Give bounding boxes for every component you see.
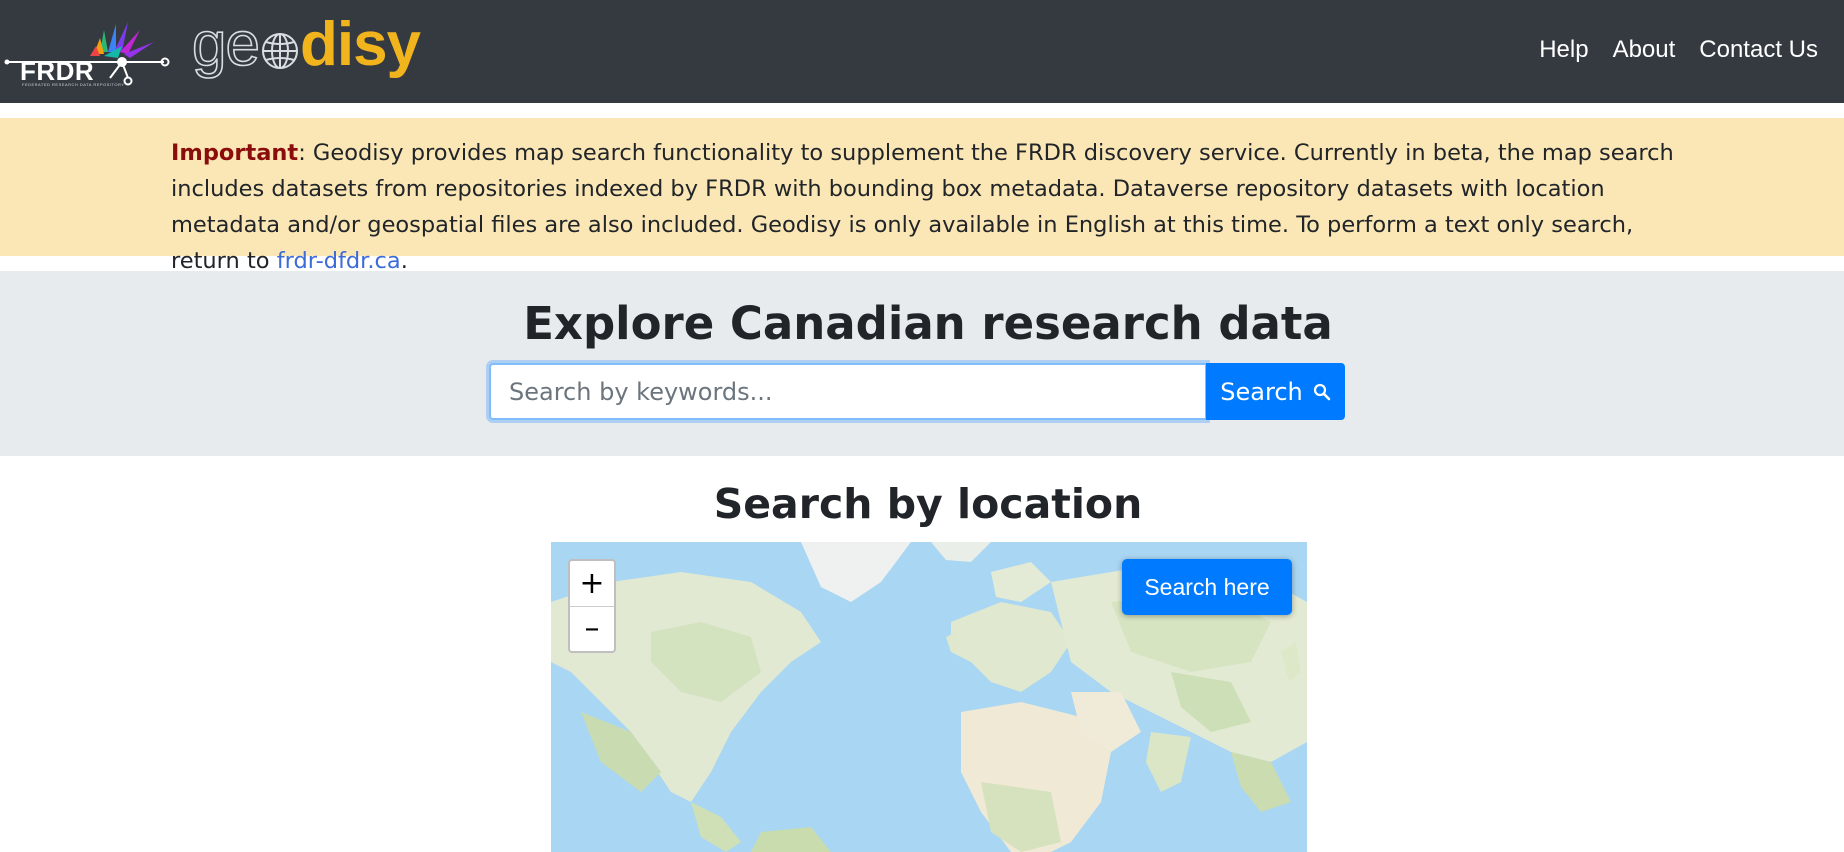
nav-links: Help About Contact Us <box>1539 36 1818 64</box>
world-map[interactable]: + – Search here <box>551 542 1307 852</box>
frdr-logo-subtitle: FEDERATED RESEARCH DATA REPOSITORY <box>22 82 125 87</box>
search-here-button[interactable]: Search here <box>1122 559 1292 615</box>
notice-important-label: Important <box>171 140 299 166</box>
nav-link-about[interactable]: About <box>1613 36 1676 64</box>
zoom-control: + – <box>568 559 616 653</box>
nav-link-contact-us[interactable]: Contact Us <box>1699 36 1818 64</box>
nav-link-help[interactable]: Help <box>1539 36 1588 64</box>
geodisy-logo-geo: ge <box>191 10 261 79</box>
keyword-search-section: Explore Canadian research data Search <box>0 271 1844 456</box>
frdr-logo[interactable]: FRDR FEDERATED RESEARCH DATA REPOSITORY <box>4 16 172 88</box>
globe-icon <box>261 33 298 69</box>
page-title: Explore Canadian research data <box>523 297 1333 350</box>
search-icon <box>1313 383 1331 400</box>
top-navbar: FRDR FEDERATED RESEARCH DATA REPOSITORY … <box>0 0 1844 103</box>
keyword-search-input[interactable] <box>489 363 1207 420</box>
notice-text: Important: Geodisy provides map search f… <box>171 135 1691 279</box>
search-button-label: Search <box>1220 377 1303 406</box>
geodisy-logo-disy: disy <box>299 10 421 79</box>
geodisy-logo[interactable]: ge disy <box>191 10 421 79</box>
search-button[interactable]: Search <box>1206 363 1345 420</box>
zoom-out-button[interactable]: – <box>570 606 614 651</box>
zoom-in-button[interactable]: + <box>570 561 614 607</box>
search-by-location-title: Search by location <box>713 480 1143 528</box>
important-notice-banner: Important: Geodisy provides map search f… <box>0 118 1844 274</box>
